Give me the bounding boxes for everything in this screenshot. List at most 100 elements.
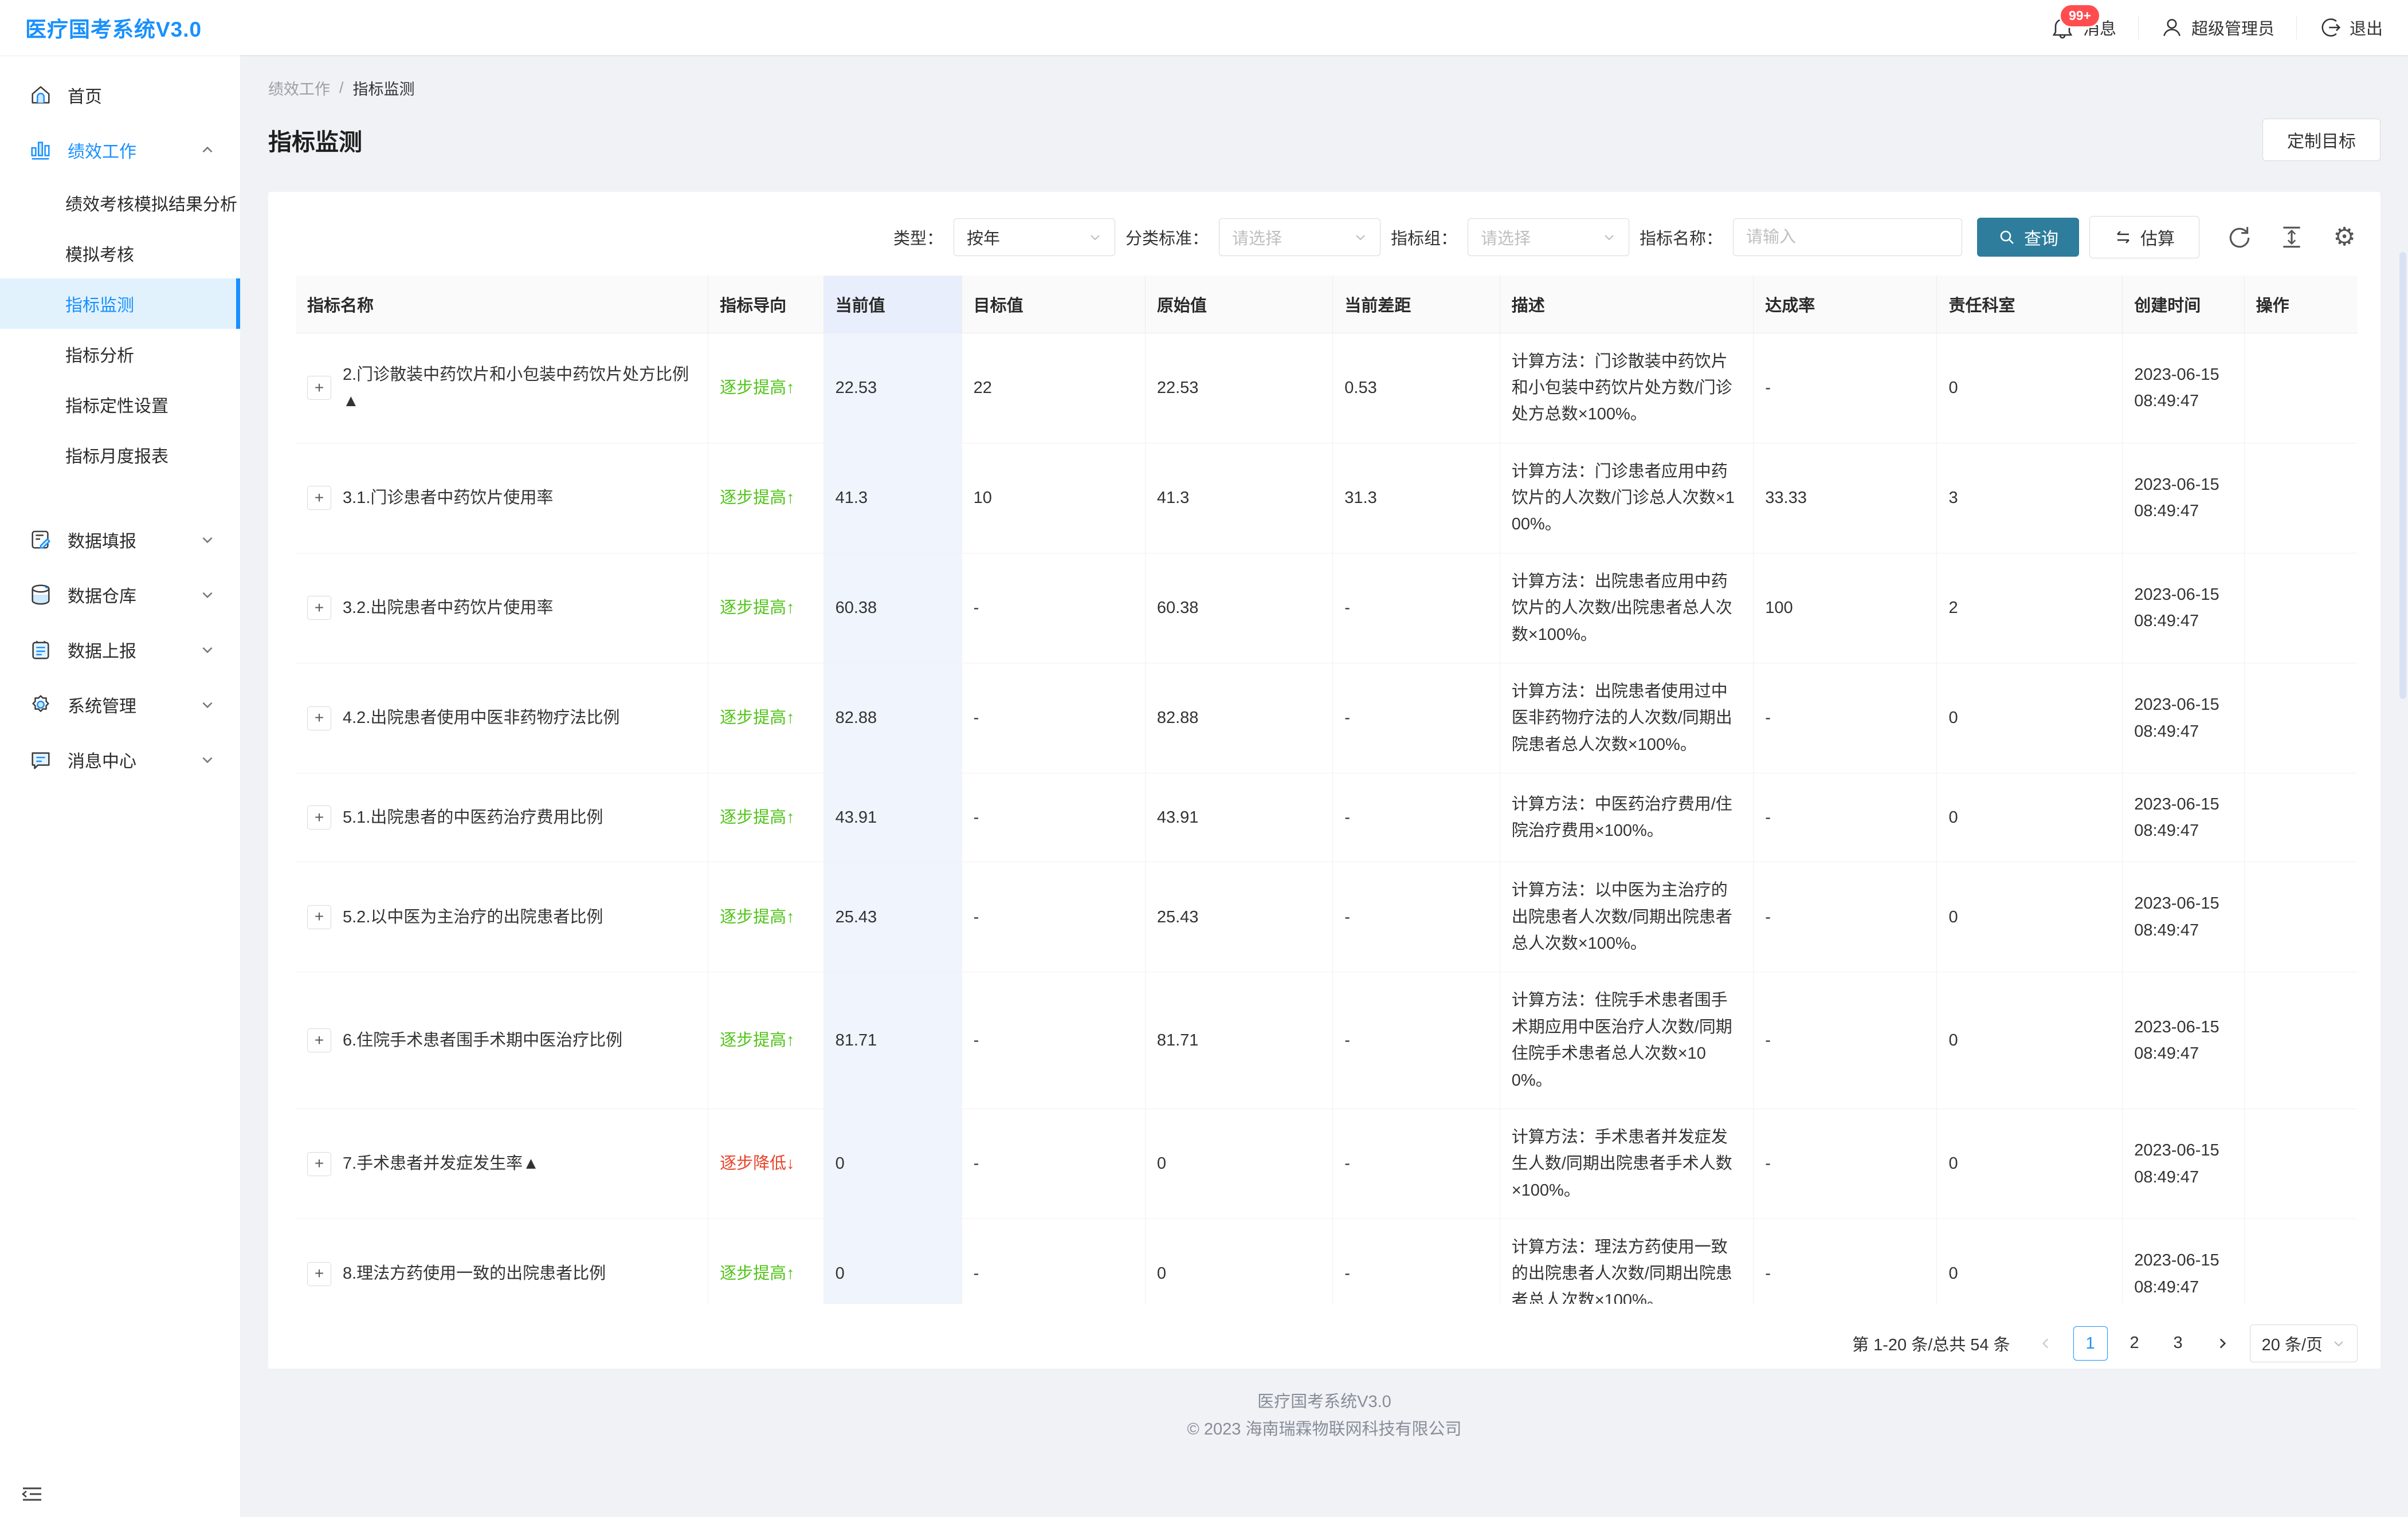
column-header-desc: 描述 [1500,276,1754,333]
column-header-dept: 责任科室 [1937,276,2123,333]
cell-gap: - [1333,972,1500,1109]
query-button[interactable]: 查询 [1977,218,2079,257]
logout-button[interactable]: 退出 [2319,15,2383,40]
sidebar-item-label: 模拟考核 [65,241,134,266]
page-number-2[interactable]: 2 [2118,1326,2151,1359]
cell-action [2244,443,2358,553]
cell-gap: - [1333,663,1500,773]
page-number-1[interactable]: 1 [2073,1326,2108,1361]
category-select[interactable]: 请选择 [1219,218,1381,256]
expand-row-button[interactable]: + [307,486,331,510]
sidebar-item-data-warehouse[interactable]: 数据仓库 [0,567,240,622]
sidebar-item-indicator-qualitative[interactable]: 指标定性设置 [0,379,240,430]
cell-direction: 逐步提高↑ [708,663,823,773]
cell-dept: 0 [1937,773,2123,862]
column-height-icon[interactable] [2278,224,2305,250]
direction-up: 逐步提高↑ [720,908,795,926]
page-size-select[interactable]: 20 条/页 [2250,1325,2358,1362]
sidebar-item-home[interactable]: 首页 [0,68,240,123]
sidebar-item-message-center[interactable]: 消息中心 [0,732,240,787]
cell-rate: 100 [1754,553,1937,663]
message-count-badge: 99+ [2059,3,2101,28]
expand-row-button[interactable]: + [307,805,331,830]
sidebar-item-performance[interactable]: 绩效工作 [0,123,240,178]
indicator-name: 2.门诊散装中药饮片和小包装中药饮片处方比例▲ [343,361,696,415]
indicator-name: 7.手术患者并发症发生率▲ [343,1150,539,1177]
app-root: 医疗国考系统V3.0 99+ 消息 超级管理员 退 [0,0,2408,1517]
clipboard-icon [29,638,53,662]
cell-rate: - [1754,663,1937,773]
next-page-icon[interactable] [2206,1327,2238,1359]
sidebar-item-result-analysis[interactable]: 绩效考核模拟结果分析 [0,178,240,228]
cell-current: 81.71 [823,972,962,1109]
page-numbers: 123 [2073,1326,2195,1361]
expand-row-button[interactable]: + [307,1262,331,1286]
cell-current: 0 [823,1109,962,1219]
cell-current: 25.43 [823,862,962,972]
table-row: +7.手术患者并发症发生率▲逐步降低↓0-0-计算方法：手术患者并发症发生人数/… [296,1109,2358,1219]
cell-desc: 计算方法：理法方药使用一致的出院患者人次数/同期出院患者总人次数×100%。 [1500,1219,1754,1304]
cell-rate: - [1754,1219,1937,1304]
sidebar-item-indicator-analysis[interactable]: 指标分析 [0,329,240,379]
sidebar-item-mock-assessment[interactable]: 模拟考核 [0,228,240,278]
sidebar-item-system[interactable]: 系统管理 [0,677,240,732]
sidebar-item-data-report[interactable]: 数据上报 [0,622,240,677]
custom-target-button[interactable]: 定制目标 [2262,119,2380,161]
group-select[interactable]: 请选择 [1468,218,1629,256]
group-select-placeholder: 请选择 [1481,225,1531,249]
cell-original: 60.38 [1145,553,1332,663]
cell-current: 0 [823,1219,962,1304]
expand-row-button[interactable]: + [307,905,331,929]
settings-gear-icon[interactable]: ⚙ [2331,224,2358,250]
type-select[interactable]: 按年 [954,218,1115,256]
filter-bar: 类型： 按年 分类标准： 请选择 指标组： 请选择 指标名 [296,216,2358,258]
chart-icon [29,138,53,162]
cell-direction: 逐步提高↑ [708,862,823,972]
messages-button[interactable]: 99+ 消息 [2050,15,2116,40]
cell-dept: 0 [1937,663,2123,773]
sidebar-item-indicator-monitor[interactable]: 指标监测 [0,278,240,329]
column-header-gap: 当前差距 [1333,276,1500,333]
expand-row-button[interactable]: + [307,596,331,620]
footer-copyright: © 2023 海南瑞霖物联网科技有限公司 [268,1416,2380,1443]
cell-target: - [962,663,1145,773]
expand-row-button[interactable]: + [307,1028,331,1052]
prev-page-icon[interactable] [2030,1327,2062,1359]
chevron-down-icon [1354,230,1367,244]
indicator-name: 5.2.以中医为主治疗的出院患者比例 [343,904,603,930]
header-divider [2296,15,2297,40]
indicator-table: 指标名称指标导向当前值目标值原始值当前差距描述达成率责任科室创建时间操作 +2.… [296,276,2358,1304]
cell-direction: 逐步提高↑ [708,443,823,553]
expand-row-button[interactable]: + [307,376,331,400]
estimate-button[interactable]: 估算 [2089,216,2199,258]
sidebar-item-indicator-monthly[interactable]: 指标月度报表 [0,430,240,480]
header-divider [2138,15,2139,40]
search-icon [1998,228,2016,246]
category-label: 分类标准： [1125,225,1209,249]
user-menu[interactable]: 超级管理员 [2160,15,2274,40]
cell-gap: - [1333,773,1500,862]
indicator-name-input[interactable] [1733,218,1962,256]
scrollbar-thumb[interactable] [2399,252,2406,699]
table-row: +5.2.以中医为主治疗的出院患者比例逐步提高↑25.43-25.43-计算方法… [296,862,2358,972]
cell-created: 2023-06-15 08:49:47 [2123,663,2244,773]
sidebar-item-label: 数据填报 [68,527,136,552]
cell-action [2244,663,2358,773]
expand-row-button[interactable]: + [307,706,331,730]
cell-action [2244,1219,2358,1304]
cell-rate: - [1754,862,1937,972]
sidebar-collapse-icon[interactable] [19,1481,45,1507]
breadcrumb-parent[interactable]: 绩效工作 [268,77,330,99]
sidebar-item-data-fill[interactable]: 数据填报 [0,512,240,567]
expand-row-button[interactable]: + [307,1152,331,1176]
cell-name: +3.1.门诊患者中药饮片使用率 [296,443,708,553]
page-body: 首页绩效工作绩效考核模拟结果分析模拟考核指标监测指标分析指标定性设置指标月度报表… [0,55,2408,1517]
cell-desc: 计算方法：中医药治疗费用/住院治疗费用×100%。 [1500,773,1754,862]
page-number-3[interactable]: 3 [2162,1326,2195,1359]
refresh-icon[interactable] [2226,224,2252,250]
column-header-action: 操作 [2244,276,2358,333]
direction-up: 逐步提高↑ [720,1031,795,1050]
cell-dept: 3 [1937,443,2123,553]
cell-dept: 0 [1937,1109,2123,1219]
cell-dept: 0 [1937,1219,2123,1304]
